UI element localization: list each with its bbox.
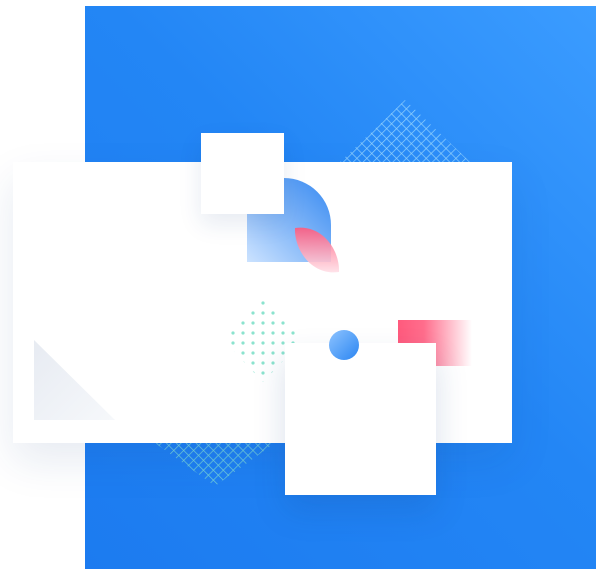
- illustration-scene: [0, 0, 596, 569]
- pink-leaf-shape: [294, 227, 340, 273]
- blue-circle: [329, 330, 359, 360]
- white-small-square: [201, 133, 284, 214]
- grey-triangle: [34, 340, 115, 420]
- white-bottom-square: [285, 343, 436, 495]
